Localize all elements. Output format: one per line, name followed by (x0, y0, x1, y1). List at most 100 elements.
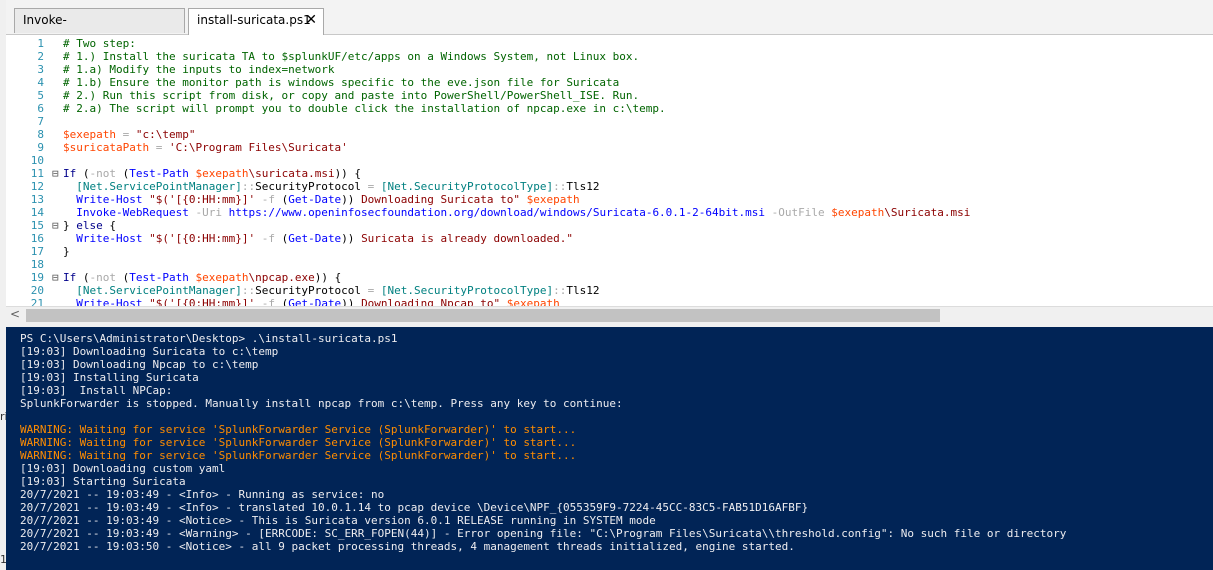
console-output-line: 20/7/2021 -- 19:03:50 - <Notice> - all 9… (20, 540, 795, 553)
code-token: # 2.) Run this script from disk, or copy… (63, 89, 640, 102)
code-text: } else { (63, 219, 116, 232)
fold-toggle-icon[interactable]: ⊟ (52, 167, 59, 180)
console-warning-line: WARNING: Waiting for service 'SplunkForw… (20, 423, 577, 436)
code-token: -f (261, 232, 275, 245)
console-output-line: [19:03] Install NPCap: (20, 384, 173, 397)
code-line[interactable]: 2 # 1.) Install the suricata TA to $splun… (6, 50, 1213, 63)
code-line[interactable]: 14 Invoke-WebRequest -Uri https://www.op… (6, 206, 1213, 219)
code-token: "c:\temp" (135, 128, 196, 141)
code-text: [Net.ServicePointManager]::SecurityProto… (63, 284, 599, 297)
line-number: 21 (30, 297, 44, 306)
console-output-line: 20/7/2021 -- 19:03:49 - <Info> - transla… (20, 501, 809, 514)
code-line[interactable]: 4 # 1.b) Ensure the monitor path is windo… (6, 76, 1213, 89)
code-token: $exepath (526, 193, 580, 206)
code-token: = (149, 141, 169, 154)
line-number: 12 (30, 180, 44, 193)
script-editor[interactable]: 1 # Two step: 2 # 1.) Install the suricata … (6, 35, 1213, 306)
code-token: :: (553, 284, 567, 297)
code-line[interactable]: 7 (6, 115, 1213, 128)
code-line[interactable]: 9 $suricataPath = 'C:\Program Files\Suric… (6, 141, 1213, 154)
code-token: # 1.b) Ensure the monitor path is window… (63, 76, 620, 89)
code-line[interactable]: 17} (6, 245, 1213, 258)
code-token: ( (116, 271, 130, 284)
code-line[interactable]: 18 (6, 258, 1213, 271)
code-line[interactable]: 5 # 2.) Run this script from disk, or cop… (6, 89, 1213, 102)
code-token: # 1.a) Modify the inputs to index=networ… (63, 63, 335, 76)
code-line[interactable]: 21 Write-Host "$('[{0:HH:mm}]' -f (Get-D… (6, 297, 1213, 306)
code-text: # 2.) Run this script from disk, or copy… (63, 89, 639, 102)
tab-bar: Invoke-SPLAuditLogging.ps1 install-suric… (6, 0, 1213, 50)
tab-install-suricata[interactable]: install-suricata.ps1 ✕ (188, 8, 324, 35)
code-line[interactable]: 16 Write-Host "$('[{0:HH:mm}]' -f (Get-D… (6, 232, 1213, 245)
code-text: [Net.ServicePointManager]::SecurityProto… (63, 180, 599, 193)
code-line[interactable]: 20 [Net.ServicePointManager]::SecurityPr… (6, 284, 1213, 297)
line-number: 10 (30, 154, 44, 167)
code-token: "$('[{0:HH:mm}]' (149, 297, 256, 306)
code-token: :: (241, 284, 256, 297)
console-pane[interactable]: PS C:\Users\Administrator\Desktop> .\ins… (6, 327, 1213, 570)
code-line[interactable]: 12 [Net.ServicePointManager]::SecurityPr… (6, 180, 1213, 193)
code-line[interactable]: 6 # 2.a) The script will prompt you to do… (6, 102, 1213, 115)
console-output-line: SplunkForwarder is stopped. Manually ins… (20, 397, 623, 410)
fold-toggle-icon[interactable]: ⊟ (52, 271, 59, 284)
line-number: 13 (30, 193, 44, 206)
line-number: 16 (30, 232, 44, 245)
console-output-line: [19:03] Downloading custom yaml (20, 462, 226, 475)
code-token: -f (261, 193, 275, 206)
code-line[interactable]: 10 (6, 154, 1213, 167)
fold-toggle-icon[interactable]: ⊟ (52, 219, 59, 232)
line-number: 4 (37, 76, 44, 89)
code-token: [Net.ServicePointManager] (76, 180, 242, 193)
console-output-line: [19:03] Downloading Npcap to c:\temp (20, 358, 259, 371)
line-number: 15 (30, 219, 44, 232)
code-token: \Suricata.msi (884, 206, 971, 219)
code-line[interactable]: 1 # Two step: (6, 37, 1213, 50)
console-output-line: PS C:\Users\Administrator\Desktop> .\ins… (20, 332, 398, 345)
code-line[interactable]: 13 Write-Host "$('[{0:HH:mm}]' -f (Get-D… (6, 193, 1213, 206)
code-line[interactable]: 3 # 1.a) Modify the inputs to index=netwo… (6, 63, 1213, 76)
code-token: $exepath (63, 128, 116, 141)
code-token: Downloading Suricata to" (361, 193, 521, 206)
console-output-line: 20/7/2021 -- 19:03:49 - <Info> - Running… (20, 488, 385, 501)
code-line[interactable]: 8 $exepath = "c:\temp" (6, 128, 1213, 141)
code-token: )) (341, 297, 362, 306)
horizontal-scrollbar[interactable]: < (6, 306, 1213, 324)
console-warning-line: WARNING: Waiting for service 'SplunkForw… (20, 449, 577, 462)
code-token: Write-Host (76, 232, 143, 245)
code-text: # 1.b) Ensure the monitor path is window… (63, 76, 619, 89)
tab-invoke-splauditlogging[interactable]: Invoke-SPLAuditLogging.ps1 (14, 8, 185, 50)
code-text: Write-Host "$('[{0:HH:mm}]' -f (Get-Date… (63, 297, 560, 306)
code-token: "$('[{0:HH:mm}]' (149, 193, 256, 206)
code-token: -f (261, 297, 275, 306)
tab-label: install-suricata.ps1 (197, 13, 311, 27)
code-token: } (63, 219, 77, 232)
code-line[interactable]: 19 ⊟ If (-not (Test-Path $exepath\npcap.ex… (6, 271, 1213, 284)
code-token: Write-Host (76, 193, 143, 206)
close-icon[interactable]: ✕ (305, 9, 317, 32)
code-token: ( (76, 167, 90, 180)
code-token: # 1.) Install the suricata TA to $splunk… (63, 50, 640, 63)
line-number: 6 (37, 102, 44, 115)
scroll-left-arrow-icon[interactable]: < (10, 307, 20, 321)
console-warning-line: WARNING: Waiting for service 'SplunkForw… (20, 436, 577, 449)
line-number: 9 (37, 141, 44, 154)
code-token: :: (553, 180, 567, 193)
code-token: ( (76, 271, 90, 284)
code-line[interactable]: 15 ⊟ } else { (6, 219, 1213, 232)
code-token: = (115, 128, 136, 141)
code-token: )) (341, 232, 362, 245)
code-token: )) { (334, 167, 362, 180)
code-line[interactable]: 11 ⊟ If (-not (Test-Path $exepath\suricata… (6, 167, 1213, 180)
code-token: $suricataPath (63, 141, 150, 154)
code-token: ( (274, 193, 289, 206)
scrollbar-thumb[interactable] (26, 309, 940, 322)
code-token: Get-Date (288, 193, 342, 206)
code-text: If (-not (Test-Path $exepath\npcap.exe))… (63, 271, 341, 284)
code-token: [Net.SecurityProtocolType] (380, 284, 554, 297)
